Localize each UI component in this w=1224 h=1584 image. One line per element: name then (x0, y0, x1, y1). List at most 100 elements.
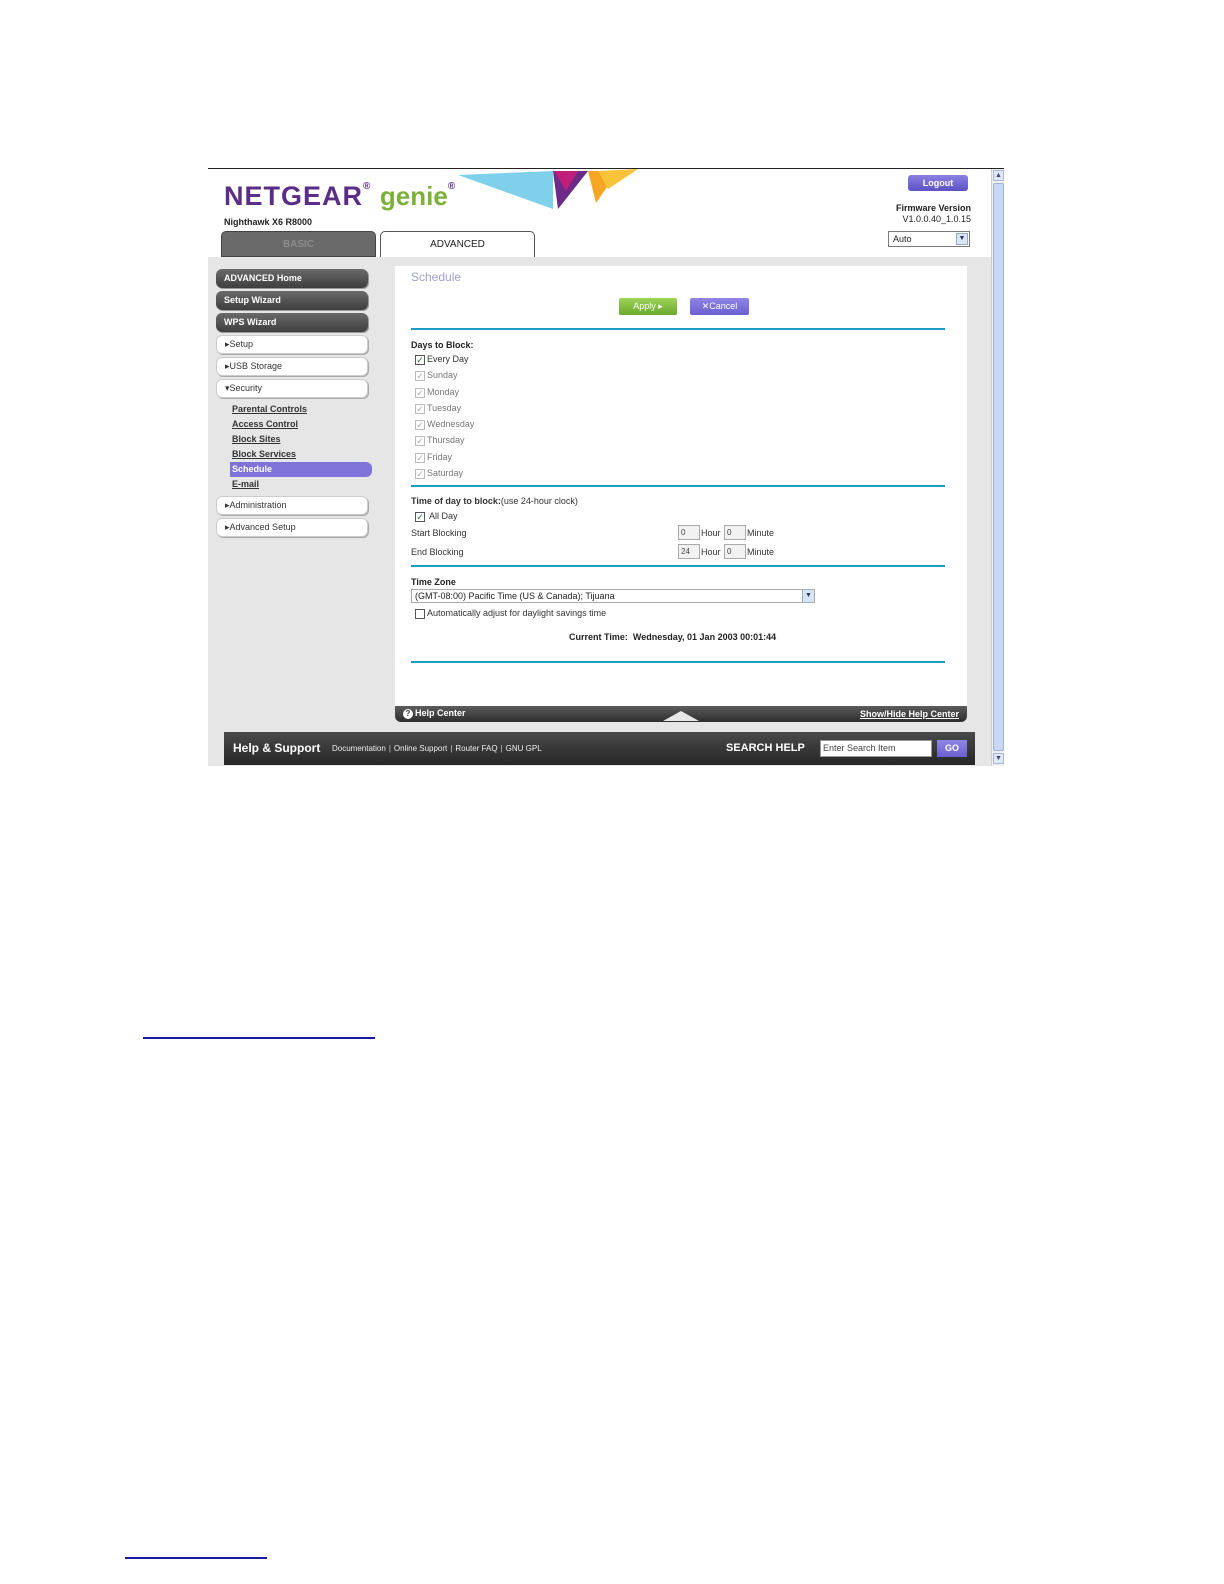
schedule-panel: Schedule Apply ▸ ✕Cancel Days to Block: … (395, 266, 967, 707)
sidebar-item-block-services[interactable]: Block Services (230, 447, 376, 462)
all-day-checkbox[interactable]: ✓ (415, 511, 425, 522)
time-of-day-label: Time of day to block:(use 24-hour clock) (411, 496, 578, 506)
current-time-value: Wednesday, 01 Jan 2003 00:01:44 (632, 632, 777, 642)
cancel-button[interactable]: ✕Cancel (690, 298, 749, 315)
start-minute-input[interactable]: 0 (724, 525, 746, 540)
scroll-up-icon[interactable]: ▲ (993, 170, 1004, 181)
page-title: Schedule (411, 270, 462, 284)
sidebar-item-label: Administration (229, 500, 287, 510)
apply-label: Apply (633, 301, 656, 311)
dst-row: Automatically adjust for daylight saving… (415, 607, 606, 619)
sidebar-item-parental-controls[interactable]: Parental Controls (230, 402, 376, 417)
day-row-monday: ✓ Monday (415, 386, 459, 398)
sidebar-item-label: Advanced Setup (229, 522, 296, 532)
friday-checkbox[interactable]: ✓ (415, 452, 425, 463)
current-time-label: Current Time: (569, 632, 628, 642)
online-support-link[interactable]: Online Support (394, 744, 447, 753)
sidebar-item-advanced-setup[interactable]: ▸Advanced Setup (216, 518, 368, 537)
day-row-every-day: ✓ Every Day (415, 353, 469, 365)
security-submenu: Parental Controls Access Control Block S… (230, 402, 376, 492)
day-row-thursday: ✓ Thursday (415, 434, 465, 446)
thursday-checkbox[interactable]: ✓ (415, 435, 425, 446)
go-button[interactable]: GO (937, 740, 967, 757)
day-label: Friday (427, 452, 453, 462)
scrollbar[interactable]: ▲ ▼ (991, 169, 1004, 766)
end-hour-input[interactable]: 24 (678, 544, 700, 559)
model-name: Nighthawk X6 R8000 (224, 217, 313, 227)
help-center-label: Help Center (415, 708, 466, 718)
minute-label: Minute (747, 528, 775, 538)
question-icon: ? (403, 709, 413, 719)
sidebar-item-block-sites[interactable]: Block Sites (230, 432, 376, 447)
chevron-down-icon: ▼ (956, 233, 968, 245)
day-label: Sunday (427, 370, 458, 380)
tuesday-checkbox[interactable]: ✓ (415, 403, 425, 414)
section-divider (411, 661, 945, 663)
sunday-checkbox[interactable]: ✓ (415, 370, 425, 381)
router-faq-link[interactable]: Router FAQ (455, 744, 497, 753)
logout-button[interactable]: Logout (908, 175, 968, 191)
days-to-block-label: Days to Block: (411, 340, 474, 350)
sidebar-item-schedule[interactable]: Schedule (230, 462, 372, 477)
all-day-row: ✓ All Day (415, 510, 458, 522)
sidebar: ADVANCED Home Setup Wizard WPS Wizard ▸S… (216, 269, 376, 540)
day-label: Every Day (427, 354, 469, 364)
scrollbar-thumb[interactable] (993, 183, 1004, 751)
product-reg-mark: ® (447, 181, 457, 192)
show-hide-help-link[interactable]: Show/Hide Help Center (860, 709, 959, 719)
day-label: Thursday (427, 435, 465, 445)
day-label: Monday (427, 387, 460, 397)
time-zone-label: Time Zone (411, 577, 456, 587)
sidebar-item-security[interactable]: ▾Security (216, 379, 368, 398)
day-row-tuesday: ✓ Tuesday (415, 402, 461, 414)
every-day-checkbox[interactable]: ✓ (415, 354, 425, 365)
scroll-down-icon[interactable]: ▼ (993, 753, 1004, 764)
brand-name: NETGEAR (224, 181, 364, 211)
current-time: Current Time: Wednesday, 01 Jan 2003 00:… (569, 632, 776, 642)
saturday-checkbox[interactable]: ✓ (415, 468, 425, 479)
decorative-swoosh-icon (458, 169, 638, 209)
play-arrow-icon: ▸ (658, 301, 663, 311)
cancel-label: Cancel (709, 301, 738, 311)
sidebar-item-email[interactable]: E-mail (230, 477, 376, 492)
language-select-value: Auto (893, 234, 912, 244)
section-divider (411, 328, 945, 330)
tab-basic[interactable]: BASIC (221, 231, 376, 257)
wednesday-checkbox[interactable]: ✓ (415, 419, 425, 430)
gnu-gpl-link[interactable]: GNU GPL (506, 744, 542, 753)
sidebar-item-setup-wizard[interactable]: Setup Wizard (216, 291, 368, 310)
firmware-label: Firmware Version (895, 203, 971, 213)
start-hour-input[interactable]: 0 (678, 525, 700, 540)
day-label: Wednesday (427, 419, 475, 429)
help-center-link[interactable]: ? Help Center (403, 708, 466, 719)
document-link-underline (125, 1557, 267, 1559)
document-link-underline (143, 1037, 375, 1039)
language-select[interactable]: Auto ▼ (888, 231, 970, 247)
search-help-label: SEARCH HELP (726, 742, 805, 754)
hour-label: Hour (701, 528, 721, 538)
brand-reg-mark: ® (363, 181, 372, 192)
time-zone-select[interactable]: (GMT-08:00) Pacific Time (US & Canada); … (411, 589, 815, 603)
sidebar-item-access-control[interactable]: Access Control (230, 417, 376, 432)
dst-checkbox[interactable] (415, 608, 425, 619)
all-day-label: All Day (429, 511, 458, 521)
monday-checkbox[interactable]: ✓ (415, 387, 425, 398)
end-minute-input[interactable]: 0 (724, 544, 746, 559)
expand-arrow-icon[interactable] (663, 711, 699, 721)
router-admin-window: NETGEAR® genie® Nighthawk X6 R8000 Logou… (208, 168, 1004, 766)
documentation-link[interactable]: Documentation (332, 744, 386, 753)
time-of-day-note: (use 24-hour clock) (500, 496, 578, 506)
sidebar-item-advanced-home[interactable]: ADVANCED Home (216, 269, 368, 288)
chevron-down-icon: ▼ (802, 590, 814, 602)
sidebar-item-wps-wizard[interactable]: WPS Wizard (216, 313, 368, 332)
day-row-friday: ✓ Friday (415, 451, 452, 463)
search-input[interactable]: Enter Search Item (820, 740, 932, 757)
day-row-saturday: ✓ Saturday (415, 467, 463, 479)
help-center-bar: ? Help Center Show/Hide Help Center (395, 706, 967, 722)
product-name: genie (379, 181, 448, 211)
tab-advanced[interactable]: ADVANCED (380, 231, 535, 257)
sidebar-item-usb-storage[interactable]: ▸USB Storage (216, 357, 368, 376)
sidebar-item-administration[interactable]: ▸Administration (216, 496, 368, 515)
sidebar-item-setup[interactable]: ▸Setup (216, 335, 368, 354)
apply-button[interactable]: Apply ▸ (619, 298, 677, 315)
